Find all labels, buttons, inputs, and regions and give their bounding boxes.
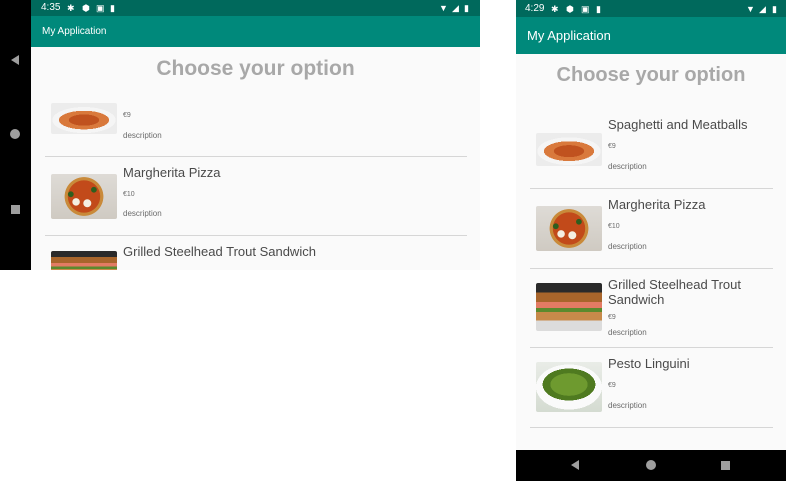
- sandwich-image: [51, 251, 117, 270]
- shield-icon: ⬢: [82, 3, 90, 13]
- portrait-screen: 4:29 ✱ ⬢ ▣ ▮ ▼ ◢ ▮ My Application Choose…: [516, 0, 786, 481]
- item-price: €10: [123, 191, 135, 198]
- home-icon[interactable]: [10, 129, 20, 139]
- list-item[interactable]: Spaghetti and Meatballs €9 description: [530, 109, 773, 188]
- item-description: description: [608, 162, 647, 171]
- pizza-image: [536, 206, 602, 251]
- item-price: €9: [608, 143, 616, 150]
- a-icon: ▣: [96, 3, 105, 13]
- sd-card-icon: ▮: [110, 3, 115, 13]
- list-item[interactable]: Pesto Linguini €9 description: [530, 348, 773, 427]
- battery-icon: ▮: [464, 3, 469, 13]
- recents-icon[interactable]: [11, 205, 20, 214]
- settings-icon: ✱: [67, 3, 75, 13]
- spaghetti-image: [51, 103, 117, 134]
- item-name: Grilled Steelhead Trout Sandwich: [123, 244, 316, 259]
- back-icon[interactable]: [571, 460, 579, 470]
- app-bar: My Application: [516, 17, 786, 54]
- item-name: Margherita Pizza: [123, 165, 221, 180]
- content: Choose your option €9 description Marghe…: [31, 47, 480, 270]
- item-description: description: [608, 242, 647, 251]
- item-description: description: [123, 131, 162, 140]
- item-price: €9: [123, 112, 131, 119]
- a-icon: ▣: [581, 4, 590, 14]
- status-time: 4:35: [41, 2, 61, 13]
- recents-icon[interactable]: [721, 461, 730, 470]
- list-item[interactable]: Margherita Pizza €10 description: [45, 157, 467, 235]
- status-bar: 4:35 ✱ ⬢ ▣ ▮ ▼ ◢ ▮: [31, 0, 480, 16]
- divider: [530, 427, 773, 428]
- item-price: €10: [608, 223, 620, 230]
- list-item[interactable]: Grilled Steelhead Trout Sandwich: [45, 236, 467, 270]
- item-description: description: [123, 209, 162, 218]
- settings-icon: ✱: [551, 4, 559, 14]
- status-time: 4:29: [525, 3, 545, 14]
- battery-icon: ▮: [772, 4, 777, 14]
- landscape-screen: 4:35 ✱ ⬢ ▣ ▮ ▼ ◢ ▮ My Application Choose…: [0, 0, 480, 270]
- app-title: My Application: [42, 26, 107, 37]
- home-icon[interactable]: [646, 460, 656, 470]
- item-name: Spaghetti and Meatballs: [608, 117, 748, 132]
- spaghetti-image: [536, 133, 602, 166]
- app-title: My Application: [527, 28, 611, 43]
- item-price: €9: [608, 382, 616, 389]
- wifi-icon: ▼: [439, 3, 448, 13]
- list-item[interactable]: Grilled Steelhead Trout Sandwich €9 desc…: [530, 269, 773, 347]
- item-price: €9: [608, 314, 616, 321]
- content: Choose your option Spaghetti and Meatbal…: [516, 54, 786, 450]
- pizza-image: [51, 174, 117, 219]
- list-item[interactable]: €9 description: [45, 100, 467, 156]
- list-item[interactable]: Margherita Pizza €10 description: [530, 189, 773, 268]
- item-name: Margherita Pizza: [608, 197, 706, 212]
- signal-icon: ◢: [452, 3, 459, 13]
- sandwich-image: [536, 283, 602, 331]
- item-description: description: [608, 401, 647, 410]
- item-name: Pesto Linguini: [608, 356, 690, 371]
- page-title: Choose your option: [556, 64, 746, 86]
- page-title: Choose your option: [156, 57, 355, 80]
- navigation-bar: [516, 450, 786, 481]
- item-description: description: [608, 328, 647, 337]
- status-bar: 4:29 ✱ ⬢ ▣ ▮ ▼ ◢ ▮: [516, 0, 786, 17]
- back-icon[interactable]: [11, 55, 19, 65]
- shield-icon: ⬢: [566, 4, 574, 14]
- wifi-icon: ▼: [746, 4, 755, 14]
- navigation-bar: [0, 0, 31, 270]
- signal-icon: ◢: [759, 4, 766, 14]
- pesto-image: [536, 362, 602, 412]
- sd-card-icon: ▮: [596, 4, 601, 14]
- item-name: Grilled Steelhead Trout Sandwich: [608, 277, 741, 307]
- app-bar: My Application: [31, 16, 480, 47]
